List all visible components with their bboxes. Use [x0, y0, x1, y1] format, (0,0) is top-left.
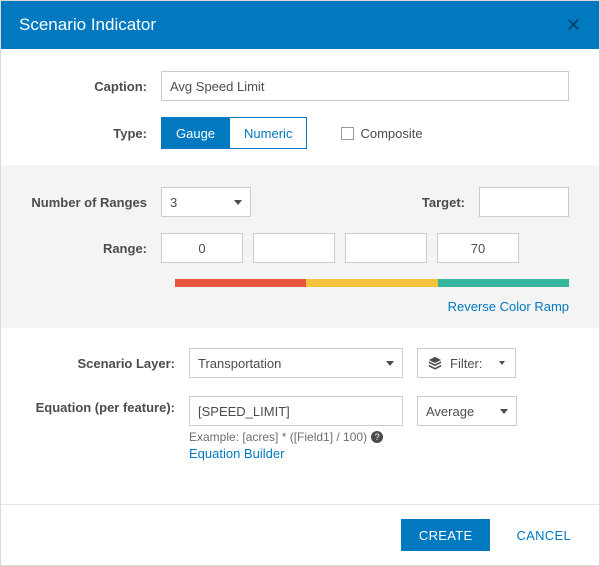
equation-builder-link[interactable]: Equation Builder: [189, 446, 569, 461]
cancel-button[interactable]: CANCEL: [510, 527, 577, 544]
range-input-0[interactable]: [161, 233, 243, 263]
filter-label: Filter:: [450, 356, 483, 371]
range-input-2[interactable]: [345, 233, 427, 263]
type-label: Type:: [31, 126, 161, 141]
aggregation-value: Average: [426, 404, 474, 419]
target-label: Target:: [251, 195, 479, 210]
equation-example-row: Example: [acres] * ([Field1] / 100) ?: [189, 430, 569, 444]
type-numeric-option[interactable]: Numeric: [229, 118, 306, 148]
dialog-body: Caption: Type: Gauge Numeric Composite: [1, 49, 599, 504]
ramp-segment-3: [438, 279, 569, 287]
color-ramp: [175, 279, 569, 287]
composite-label: Composite: [360, 126, 422, 141]
composite-checkbox-wrap[interactable]: Composite: [341, 126, 422, 141]
numranges-target-row: Number of Ranges 3 Target:: [31, 187, 569, 217]
equation-input[interactable]: [189, 396, 403, 426]
create-button[interactable]: CREATE: [401, 519, 491, 551]
caption-input[interactable]: [161, 71, 569, 101]
scenario-layer-row: Scenario Layer: Transportation Filter:: [31, 348, 569, 378]
reverse-color-ramp-link[interactable]: Reverse Color Ramp: [31, 299, 569, 314]
dialog-header: Scenario Indicator ✕: [1, 1, 599, 49]
chevron-down-icon: [386, 361, 394, 366]
range-row: Range:: [31, 233, 569, 263]
scenario-indicator-dialog: Scenario Indicator ✕ Caption: Type: Gaug…: [0, 0, 600, 566]
range-input-1[interactable]: [253, 233, 335, 263]
numranges-value: 3: [170, 195, 177, 210]
layers-icon: [428, 356, 442, 370]
type-row: Type: Gauge Numeric Composite: [31, 117, 569, 149]
equation-example-text: Example: [acres] * ([Field1] / 100): [189, 430, 367, 444]
range-input-3[interactable]: [437, 233, 519, 263]
equation-label: Equation (per feature):: [31, 396, 189, 417]
chevron-down-icon: [500, 409, 508, 414]
caption-label: Caption:: [31, 79, 161, 94]
scenario-layer-label: Scenario Layer:: [31, 356, 189, 371]
close-icon[interactable]: ✕: [566, 16, 581, 34]
ramp-segment-2: [306, 279, 437, 287]
scenario-layer-value: Transportation: [198, 356, 281, 371]
equation-row: Equation (per feature): Average: [31, 396, 569, 426]
gauge-settings-panel: Number of Ranges 3 Target: Range:: [1, 165, 599, 328]
filter-button[interactable]: Filter:: [417, 348, 516, 378]
type-gauge-option[interactable]: Gauge: [162, 118, 229, 148]
chevron-down-icon: [234, 200, 242, 205]
aggregation-select[interactable]: Average: [417, 396, 517, 426]
caption-row: Caption:: [31, 71, 569, 101]
chevron-down-icon: [499, 361, 505, 365]
target-input[interactable]: [479, 187, 569, 217]
composite-checkbox[interactable]: [341, 127, 354, 140]
range-label: Range:: [31, 241, 161, 256]
help-icon[interactable]: ?: [371, 431, 383, 443]
numranges-select[interactable]: 3: [161, 187, 251, 217]
dialog-title: Scenario Indicator: [19, 15, 156, 35]
ramp-segment-1: [175, 279, 306, 287]
numranges-label: Number of Ranges: [31, 195, 161, 210]
dialog-footer: CREATE CANCEL: [1, 504, 599, 565]
type-segmented: Gauge Numeric: [161, 117, 307, 149]
scenario-layer-select[interactable]: Transportation: [189, 348, 403, 378]
